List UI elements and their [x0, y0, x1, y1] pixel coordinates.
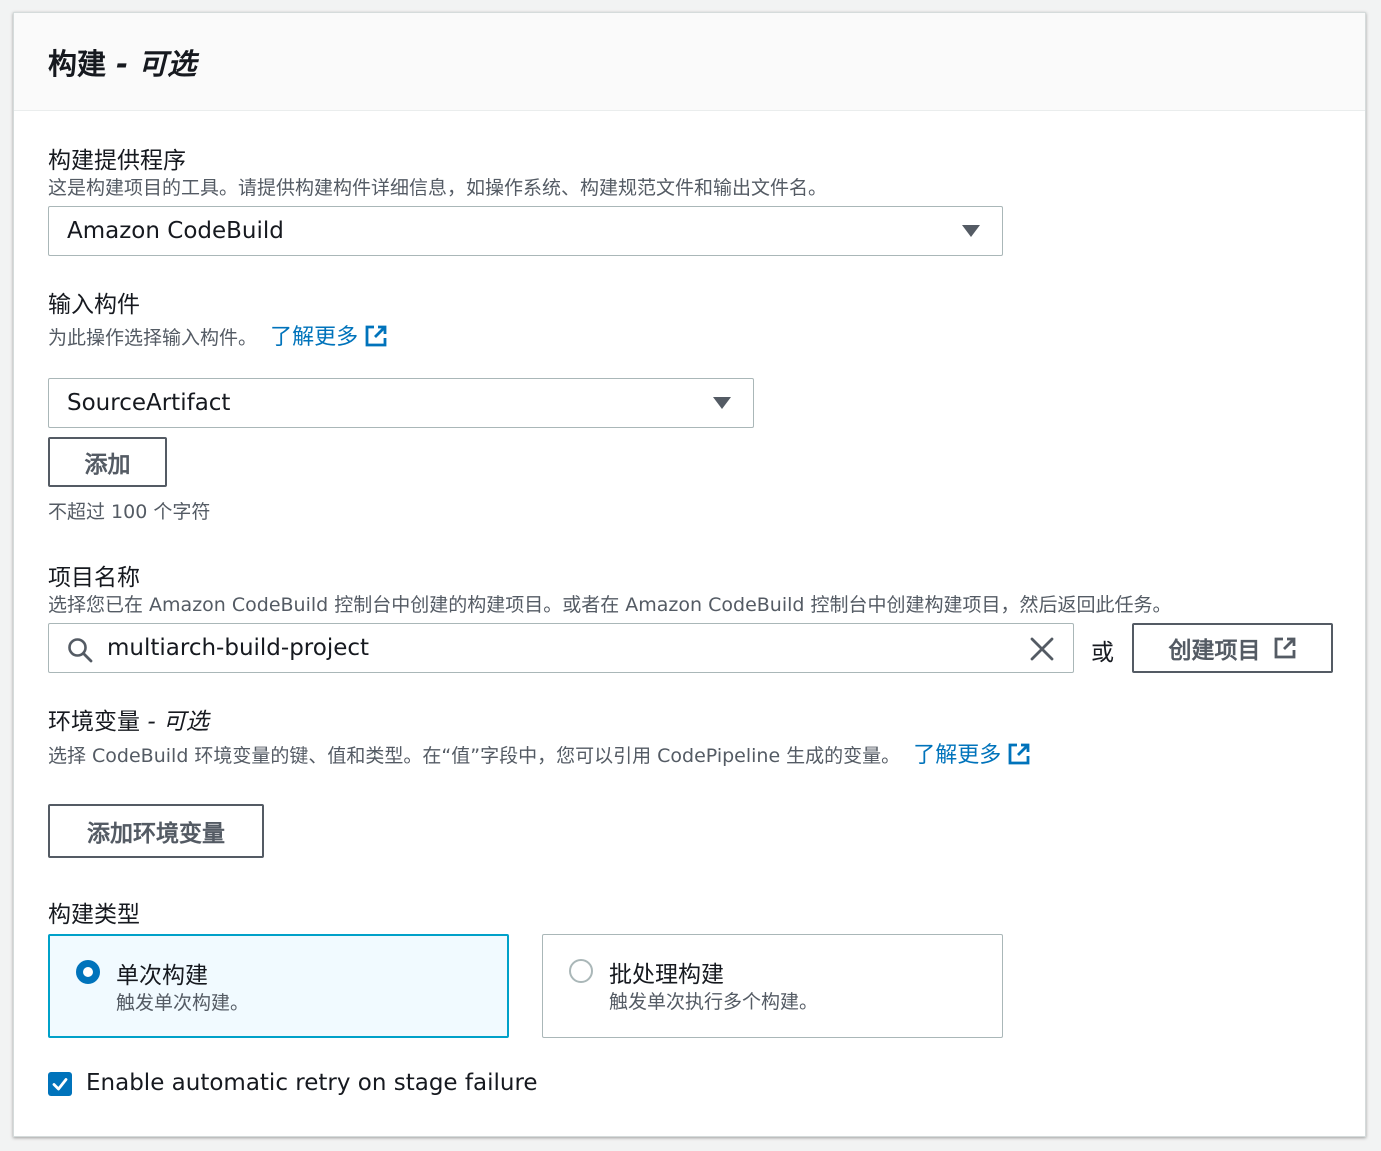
build-type-label: 构建类型 [48, 902, 140, 928]
retry-checkbox[interactable] [48, 1072, 72, 1096]
build-type-tile-single[interactable]: 单次构建 触发单次构建。 [48, 934, 509, 1038]
section-title: 构建 - 可选 [48, 41, 196, 83]
build-provider-select[interactable]: Amazon CodeBuild [48, 206, 1003, 256]
build-provider-description: 这是构建项目的工具。请提供构建构件详细信息，如操作系统、构建规范文件和输出文件名… [48, 177, 828, 199]
input-artifact-select[interactable]: SourceArtifact [48, 378, 754, 428]
env-vars-label-text: 环境变量 [48, 709, 140, 735]
input-artifacts-learn-more-link[interactable]: 了解更多 [270, 325, 388, 350]
add-env-var-button[interactable]: 添加环境变量 [48, 804, 264, 858]
input-artifacts-description-row: 为此操作选择输入构件。 了解更多 [48, 319, 388, 351]
env-vars-learn-more-link[interactable]: 了解更多 [913, 743, 1031, 768]
clear-icon[interactable] [1029, 636, 1055, 662]
build-provider-value: Amazon CodeBuild [67, 218, 284, 244]
project-name-value: multiarch-build-project [107, 635, 370, 661]
env-vars-label: 环境变量 - 可选 [48, 702, 209, 736]
build-section-panel: 构建 - 可选 构建提供程序 这是构建项目的工具。请提供构建构件详细信息，如操作… [13, 12, 1366, 1137]
radio-button-selected[interactable] [76, 960, 100, 984]
external-link-icon [1008, 743, 1030, 765]
caret-down-icon [962, 225, 980, 237]
section-title-optional: - 可选 [116, 47, 197, 81]
project-name-description: 选择您已在 Amazon CodeBuild 控制台中创建的构建项目。或者在 A… [48, 594, 1172, 616]
search-icon [68, 638, 93, 663]
tile-label: 单次构建 [116, 963, 208, 989]
retry-label: Enable automatic retry on stage failure [86, 1070, 538, 1096]
external-link-icon [365, 325, 387, 347]
project-name-label: 项目名称 [48, 565, 140, 591]
checkmark-icon [52, 1078, 68, 1091]
tile-label: 批处理构建 [609, 962, 724, 988]
build-provider-label: 构建提供程序 [48, 148, 186, 174]
input-artifacts-description: 为此操作选择输入构件。 [48, 327, 258, 349]
section-title-text: 构建 [48, 47, 107, 81]
create-project-label: 创建项目 [1168, 638, 1261, 664]
env-vars-description-row: 选择 CodeBuild 环境变量的键、值和类型。在“值”字段中，您可以引用 C… [48, 737, 1031, 769]
env-vars-description: 选择 CodeBuild 环境变量的键、值和类型。在“值”字段中，您可以引用 C… [48, 745, 901, 767]
input-artifact-value: SourceArtifact [67, 390, 231, 416]
panel-header: 构建 - 可选 [14, 13, 1365, 111]
or-text: 或 [1091, 640, 1114, 666]
input-artifacts-label: 输入构件 [48, 292, 140, 318]
env-vars-label-optional: - 可选 [147, 709, 209, 735]
add-artifact-button[interactable]: 添加 [48, 437, 167, 487]
caret-down-icon [713, 397, 731, 409]
external-link-icon [1274, 637, 1295, 659]
input-artifacts-hint: 不超过 100 个字符 [48, 501, 211, 523]
learn-more-text: 了解更多 [270, 325, 359, 350]
create-project-button[interactable]: 创建项目 [1132, 623, 1333, 673]
tile-description: 触发单次执行多个构建。 [609, 991, 819, 1013]
project-name-search-input[interactable]: multiarch-build-project [48, 623, 1074, 673]
tile-description: 触发单次构建。 [116, 992, 250, 1014]
learn-more-text: 了解更多 [913, 743, 1002, 768]
build-type-tile-batch[interactable]: 批处理构建 触发单次执行多个构建。 [542, 934, 1003, 1038]
radio-button[interactable] [569, 959, 593, 983]
